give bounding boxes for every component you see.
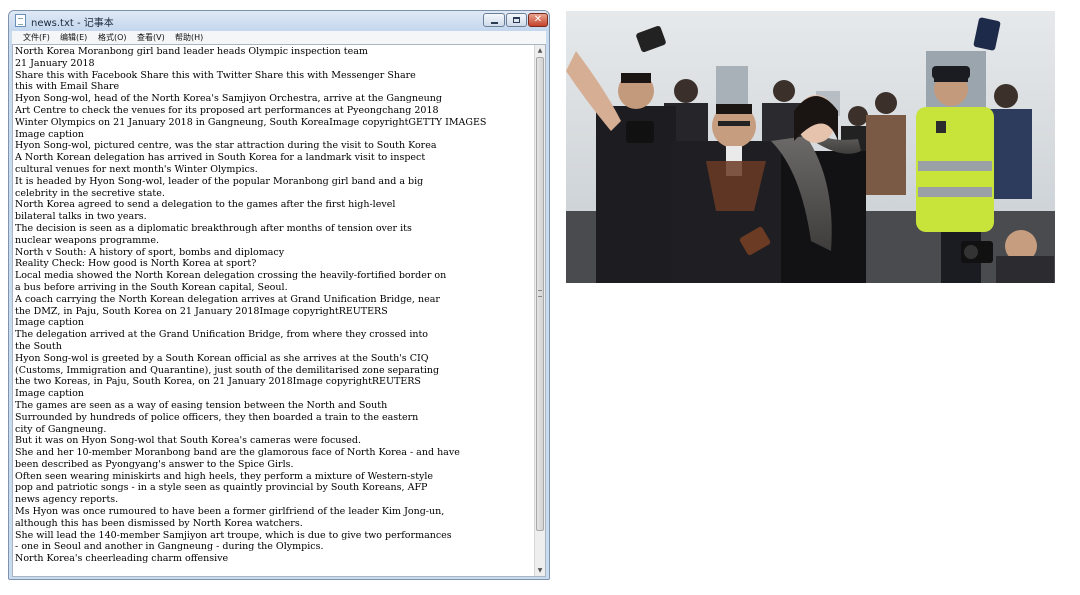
minimize-button[interactable] xyxy=(483,13,505,27)
minimize-icon xyxy=(491,22,498,24)
text-line: city of Gangneung. xyxy=(15,423,107,435)
text-line: The games are seen as a way of easing te… xyxy=(15,399,388,411)
text-line: The decision is seen as a diplomatic bre… xyxy=(15,222,412,234)
menu-file[interactable]: 文件(F) xyxy=(23,32,50,43)
menu-edit[interactable]: 编辑(E) xyxy=(60,32,87,43)
text-line: although this has been dismissed by Nort… xyxy=(15,517,303,529)
text-line: She will lead the 140-member Samjiyon ar… xyxy=(15,529,452,541)
text-line: She and her 10-member Moranbong band are… xyxy=(15,447,460,459)
text-line: celebrity in the secretive state. xyxy=(15,187,165,199)
text-line: A North Korean delegation has arrived in… xyxy=(15,152,426,164)
scroll-up-button[interactable]: ▲ xyxy=(535,45,545,56)
text-line: the South xyxy=(15,340,62,352)
menu-bar: 文件(F) 编辑(E) 格式(O) 查看(V) 帮助(H) xyxy=(12,31,546,44)
title-bar[interactable]: news.txt - 记事本 ✕ xyxy=(9,11,549,31)
text-line: But it was on Hyon Song-wol that South K… xyxy=(15,435,361,447)
text-line: pop and patriotic songs - in a style see… xyxy=(15,482,428,494)
close-icon: ✕ xyxy=(533,14,543,25)
text-line: Ms Hyon was once rumoured to have been a… xyxy=(15,506,445,518)
document-text[interactable]: North Korea Moranbong girl band leader h… xyxy=(15,46,533,565)
menu-format[interactable]: 格式(O) xyxy=(98,32,127,43)
text-line: The delegation arrived at the Grand Unif… xyxy=(15,329,429,341)
text-line: Image caption xyxy=(15,388,84,400)
text-line: news agency reports. xyxy=(15,494,119,506)
text-line: Share this with Facebook Share this with… xyxy=(15,69,416,81)
text-line: Often seen wearing miniskirts and high h… xyxy=(15,470,434,482)
text-line: the DMZ, in Paju, South Korea on 21 Janu… xyxy=(15,305,388,317)
text-line: A coach carrying the North Korean delega… xyxy=(15,293,440,305)
text-line: this with Email Share xyxy=(15,81,120,93)
text-line: Image caption xyxy=(15,128,84,140)
scroll-down-button[interactable]: ▼ xyxy=(535,565,545,576)
text-line: been described as Pyongyang's answer to … xyxy=(15,458,294,470)
text-line: North v South: A history of sport, bombs… xyxy=(15,246,285,258)
text-line: Winter Olympics on 21 January 2018 in Ga… xyxy=(15,116,487,128)
text-line: North Korea Moranbong girl band leader h… xyxy=(15,46,368,57)
close-button[interactable]: ✕ xyxy=(528,13,548,27)
text-line: Hyon Song-wol, head of the North Korea's… xyxy=(15,93,442,105)
window-title: news.txt - 记事本 xyxy=(31,18,114,29)
notepad-icon xyxy=(15,14,26,27)
scroll-grip-icon xyxy=(538,290,542,297)
menu-help[interactable]: 帮助(H) xyxy=(175,32,203,43)
text-line: North Korea agreed to send a delegation … xyxy=(15,199,396,211)
text-line: Image caption xyxy=(15,317,84,329)
text-line: cultural venues for next month's Winter … xyxy=(15,163,258,175)
text-line: nuclear weapons programme. xyxy=(15,234,159,246)
text-line: North Korea's cheerleading charm offensi… xyxy=(15,553,229,565)
maximize-button[interactable] xyxy=(506,13,527,27)
vertical-scrollbar[interactable]: ▲ ▼ xyxy=(534,45,545,576)
text-line: - one in Seoul and another in Gangneung … xyxy=(15,541,324,553)
crowd-photo-illustration xyxy=(566,11,1055,283)
text-line: (Customs, Immigration and Quarantine), j… xyxy=(15,364,440,376)
scroll-thumb[interactable] xyxy=(536,57,544,531)
text-line: Hyon Song-wol is greeted by a South Kore… xyxy=(15,352,429,364)
menu-view[interactable]: 查看(V) xyxy=(137,32,165,43)
text-line: Hyon Song-wol, pictured centre, was the … xyxy=(15,140,437,152)
text-line: 21 January 2018 xyxy=(15,57,95,69)
news-photo xyxy=(566,11,1055,283)
text-line: Reality Check: How good is North Korea a… xyxy=(15,258,257,270)
text-line: Local media showed the North Korean dele… xyxy=(15,270,447,282)
text-line: Surrounded by hundreds of police officer… xyxy=(15,411,419,423)
notepad-window: news.txt - 记事本 ✕ 文件(F) 编辑(E) 格式(O) 查看(V)… xyxy=(8,10,550,580)
text-editor[interactable]: North Korea Moranbong girl band leader h… xyxy=(12,44,546,577)
text-line: a bus before arriving in the South Korea… xyxy=(15,281,288,293)
text-line: bilateral talks in two years. xyxy=(15,211,147,223)
text-line: It is headed by Hyon Song-wol, leader of… xyxy=(15,175,424,187)
text-line: the two Koreas, in Paju, South Korea, on… xyxy=(15,376,421,388)
maximize-icon xyxy=(513,17,520,23)
text-line: Art Centre to check the venues for its p… xyxy=(15,104,439,116)
